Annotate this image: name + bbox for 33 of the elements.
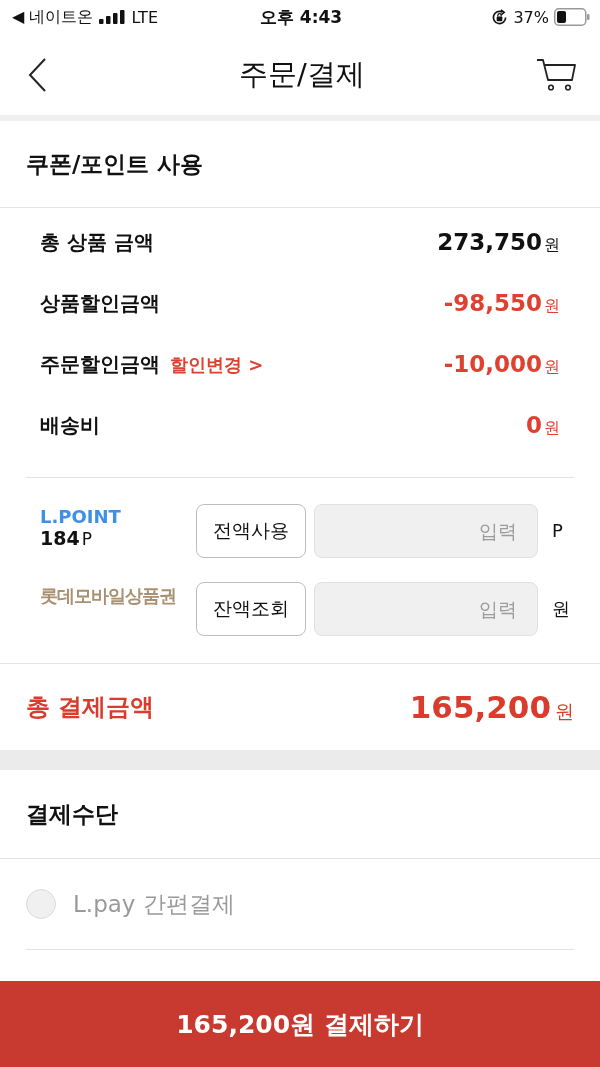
- signal-icon: [99, 10, 126, 24]
- section-title: 쿠폰/포인트 사용: [26, 149, 204, 179]
- back-icon[interactable]: [28, 57, 46, 92]
- unit-label: P: [552, 519, 563, 543]
- battery-label: 37%: [513, 7, 549, 27]
- pay-button[interactable]: 165,200원 결제하기: [0, 981, 600, 1067]
- point-name: 롯데모바일상품권: [40, 584, 176, 608]
- battery-icon: [554, 8, 590, 26]
- cart-icon[interactable]: [536, 58, 576, 91]
- amount-value: -10,000원: [443, 351, 560, 378]
- balance-check-button[interactable]: 잔액조회: [196, 582, 306, 636]
- orientation-lock-icon: [491, 8, 509, 26]
- carrier-label[interactable]: ◀ 네이트온: [12, 6, 94, 28]
- section-title: 결제수단: [26, 799, 118, 829]
- network-label: LTE: [131, 7, 158, 27]
- amount-value: 0원: [526, 412, 560, 439]
- amount-value: 273,750원: [437, 229, 560, 256]
- summary-label: 총 상품 금액: [40, 229, 154, 256]
- status-time: 오후 4:43: [259, 5, 343, 29]
- summary-label: 상품할인금액: [40, 290, 160, 317]
- radio-button[interactable]: [26, 889, 56, 919]
- summary-label: 배송비: [40, 412, 100, 439]
- amount-input[interactable]: 입력: [314, 582, 538, 636]
- total-label: 총 결제금액: [26, 692, 155, 723]
- point-balance: 184P: [40, 527, 92, 549]
- unit-label: 원: [552, 597, 570, 621]
- discount-change-link[interactable]: 할인변경 >: [170, 352, 264, 377]
- use-all-button[interactable]: 전액사용: [196, 504, 306, 558]
- amount-value: -98,550원: [443, 290, 560, 317]
- amount-input[interactable]: 입력: [314, 504, 538, 558]
- summary-label: 주문할인금액: [40, 351, 160, 378]
- point-name: L.POINT: [40, 506, 121, 527]
- page-title: 주문/결제: [239, 55, 365, 93]
